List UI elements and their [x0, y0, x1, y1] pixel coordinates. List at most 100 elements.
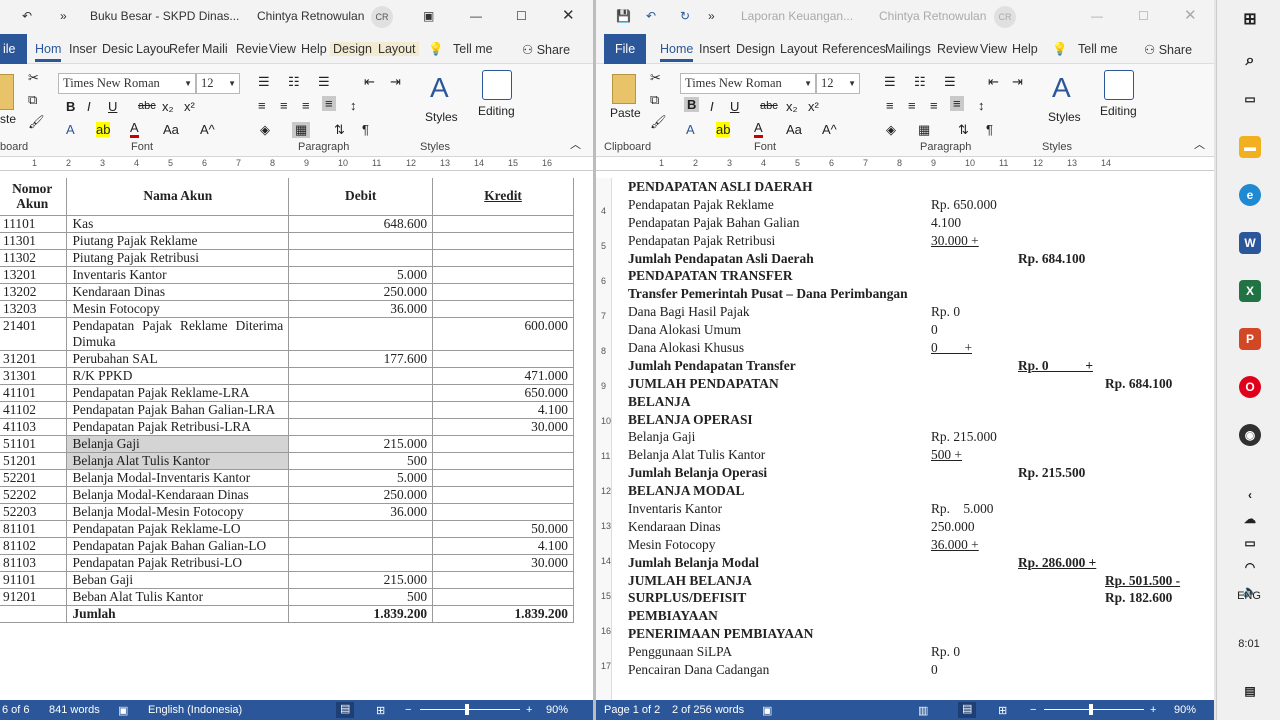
- cell-kredit[interactable]: [432, 435, 574, 453]
- clock[interactable]: 8:01: [1217, 638, 1280, 650]
- cell-account-number[interactable]: 91101: [0, 571, 68, 589]
- focus-icon[interactable]: ▥: [918, 704, 928, 717]
- total-label[interactable]: Jumlah: [66, 605, 290, 623]
- onedrive-icon[interactable]: ☁: [1239, 508, 1261, 530]
- sort-icon[interactable]: ⇅: [334, 122, 345, 138]
- document-page[interactable]: PENDAPATAN ASLI DAERAH Pendapatan Pajak R…: [613, 178, 1214, 700]
- font-size-box[interactable]: 12 ▼: [196, 73, 240, 94]
- report-line-label[interactable]: Dana Alokasi Khusus: [628, 339, 744, 357]
- styles-icon[interactable]: A: [1052, 72, 1071, 104]
- zoom-slider[interactable]: [1044, 709, 1144, 710]
- report-total-col3[interactable]: Rp. 684.100: [1105, 375, 1172, 393]
- font-name-box[interactable]: Times New Roman ▼: [680, 73, 816, 94]
- styles-icon[interactable]: A: [430, 72, 449, 104]
- cell-account-number[interactable]: 81103: [0, 554, 68, 572]
- page-count[interactable]: Page 1 of 2: [604, 704, 660, 716]
- cell-account-number[interactable]: 91201: [0, 588, 68, 606]
- cell-kredit[interactable]: [432, 469, 574, 487]
- cell-account-name[interactable]: Pendapatan Pajak Bahan Galian-LRA: [66, 401, 290, 419]
- font-color-icon[interactable]: A: [130, 120, 139, 138]
- numbering-icon[interactable]: ☷: [288, 74, 300, 90]
- close-icon[interactable]: ✕: [562, 6, 575, 24]
- cell-account-name[interactable]: Pendapatan Pajak Reklame Diterima Dimuka: [66, 317, 290, 351]
- cell-account-name[interactable]: Mesin Fotocopy: [66, 300, 290, 318]
- close-icon[interactable]: ✕: [1184, 6, 1197, 24]
- search-icon[interactable]: ⌕: [1239, 50, 1261, 72]
- pilcrow-icon[interactable]: ¶: [986, 122, 993, 137]
- cell-account-number[interactable]: 21401: [0, 317, 68, 351]
- paste-icon[interactable]: [0, 74, 14, 110]
- maximize-icon[interactable]: ☐: [516, 9, 527, 23]
- multilevel-icon[interactable]: ☰: [944, 74, 956, 90]
- cell-kredit[interactable]: 50.000: [432, 520, 574, 538]
- report-value-col1[interactable]: Rp. 215.000: [931, 428, 997, 446]
- page-count[interactable]: 6 of 6: [2, 704, 30, 716]
- report-line-label[interactable]: Penggunaan SiLPA: [628, 643, 732, 661]
- tab-view[interactable]: View: [980, 42, 1007, 56]
- cell-account-name[interactable]: Pendapatan Pajak Reklame-LRA: [66, 384, 290, 402]
- report-line-label[interactable]: Dana Bagi Hasil Pajak: [628, 303, 750, 321]
- report-line-label[interactable]: Pendapatan Pajak Bahan Galian: [628, 214, 799, 232]
- windows-start-icon[interactable]: ⊞: [1239, 9, 1261, 31]
- outdent-icon[interactable]: ⇥: [1012, 74, 1023, 90]
- minimize-icon[interactable]: —: [1091, 9, 1103, 23]
- tab-mailings[interactable]: Mailings: [885, 42, 931, 56]
- cell-account-name[interactable]: Belanja Gaji: [66, 435, 290, 453]
- proofing-icon[interactable]: ▣: [762, 704, 772, 717]
- tab-mailings[interactable]: Maili: [202, 42, 228, 56]
- report-line-label[interactable]: Jumlah Belanja Operasi: [628, 464, 767, 482]
- chevron-left-icon[interactable]: ‹: [1239, 484, 1261, 506]
- tell-me[interactable]: Tell me: [1078, 42, 1118, 56]
- cell-debit[interactable]: 648.600: [288, 215, 434, 233]
- report-value-col1[interactable]: Rp. 0: [931, 643, 960, 661]
- zoom-slider-thumb[interactable]: [1089, 704, 1093, 715]
- cell-kredit[interactable]: [432, 350, 574, 368]
- report-line-label[interactable]: BELANJA OPERASI: [628, 411, 753, 429]
- avatar[interactable]: CR: [371, 6, 393, 28]
- cell-account-name[interactable]: Piutang Pajak Retribusi: [66, 249, 290, 267]
- cell-account-name[interactable]: Belanja Alat Tulis Kantor: [66, 452, 290, 470]
- report-line-label[interactable]: Transfer Pemerintah Pusat – Dana Perimba…: [628, 285, 908, 303]
- cell-debit[interactable]: 215.000: [288, 571, 434, 589]
- align-center-icon[interactable]: ≡: [908, 98, 916, 113]
- avatar[interactable]: CR: [994, 6, 1016, 28]
- cell-kredit[interactable]: [432, 283, 574, 301]
- report-line-label[interactable]: Inventaris Kantor: [628, 500, 722, 518]
- cell-debit[interactable]: [288, 232, 434, 250]
- editing-label[interactable]: Editing: [478, 104, 515, 118]
- task-view-icon[interactable]: ▭: [1239, 88, 1261, 110]
- cell-account-name[interactable]: Belanja Modal-Mesin Fotocopy: [66, 503, 290, 521]
- cell-debit[interactable]: 250.000: [288, 283, 434, 301]
- underline-button[interactable]: U: [108, 99, 117, 114]
- subscript-button[interactable]: x₂: [786, 99, 798, 114]
- font-size-box[interactable]: 12 ▼: [816, 73, 860, 94]
- copy-icon[interactable]: ⧉: [650, 92, 659, 108]
- tab-layout[interactable]: Layout: [780, 42, 818, 56]
- styles-label[interactable]: Styles: [425, 110, 458, 124]
- highlight-icon[interactable]: ab: [96, 122, 111, 137]
- cell-kredit[interactable]: [432, 215, 574, 233]
- report-value-col1[interactable]: Rp. 650.000: [931, 196, 997, 214]
- zoom-in-icon[interactable]: +: [526, 704, 532, 716]
- tab-home[interactable]: Home: [660, 42, 694, 62]
- cell-debit[interactable]: [288, 554, 434, 572]
- battery-icon[interactable]: ▭: [1239, 532, 1261, 554]
- line-spacing-icon[interactable]: ↕: [350, 98, 357, 113]
- editing-label[interactable]: Editing: [1100, 104, 1137, 118]
- report-line-label[interactable]: JUMLAH PENDAPATAN: [628, 375, 779, 393]
- zoom-slider[interactable]: [420, 709, 520, 710]
- collapse-ribbon-icon[interactable]: ︿: [1194, 136, 1205, 152]
- copy-icon[interactable]: ⧉: [28, 92, 37, 108]
- report-total-col3[interactable]: Rp. 182.600: [1105, 589, 1172, 607]
- language-indicator[interactable]: ENG: [1217, 590, 1280, 602]
- cell-account-number[interactable]: 81101: [0, 520, 68, 538]
- report-line-label[interactable]: PENDAPATAN TRANSFER: [628, 267, 793, 285]
- share-button[interactable]: ⚇ Share: [522, 42, 570, 57]
- cell-account-name[interactable]: Pendapatan Pajak Retribusi-LO: [66, 554, 290, 572]
- share-button[interactable]: ⚇ Share: [1144, 42, 1192, 57]
- cell-debit[interactable]: 500: [288, 452, 434, 470]
- subscript-button[interactable]: x₂: [162, 99, 174, 114]
- cell-account-number[interactable]: 41101: [0, 384, 68, 402]
- styles-label[interactable]: Styles: [1048, 110, 1081, 124]
- minimize-icon[interactable]: —: [470, 9, 482, 23]
